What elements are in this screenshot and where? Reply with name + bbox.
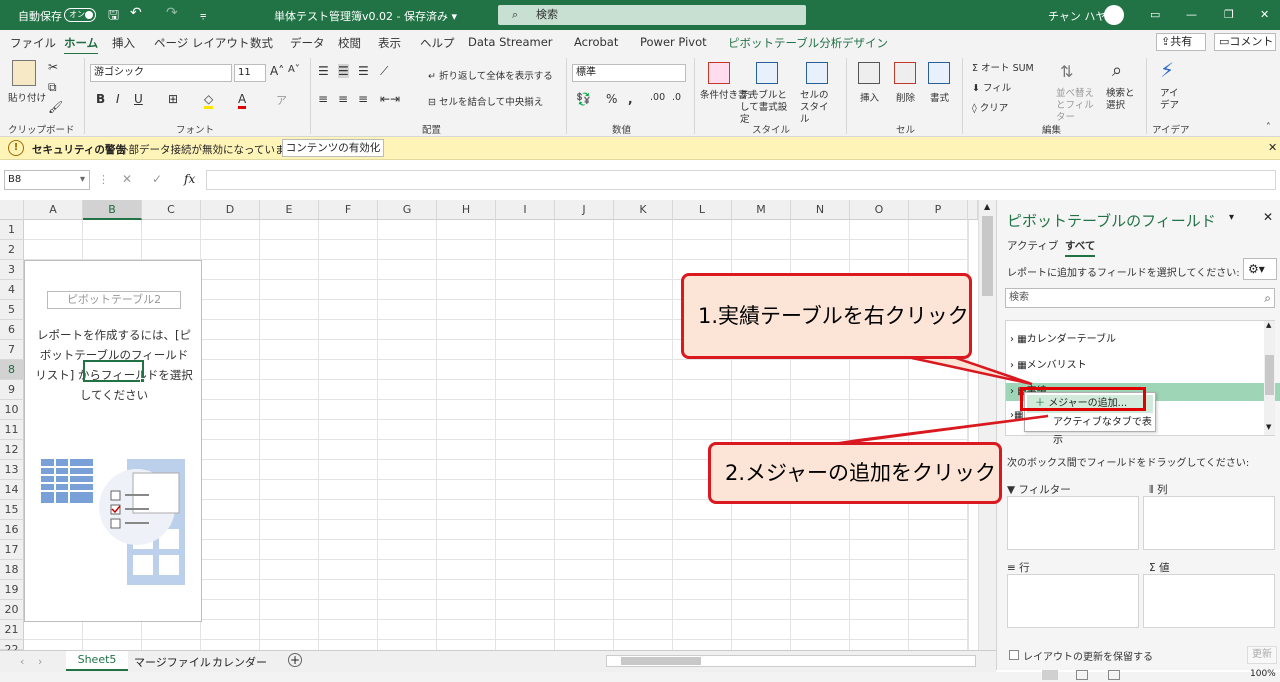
sheet-tab[interactable]: カレンダー [212,654,267,670]
callout-step-2: 2.メジャーの追加をクリック [708,442,1002,504]
sheet-tabs-bar: ‹ › Sheet5 マージファイル カレンダー + [0,650,996,672]
horizontal-scrollbar[interactable] [606,655,976,667]
page-break-icon[interactable] [1108,670,1120,680]
add-sheet-icon[interactable]: + [288,653,302,667]
zoom-level[interactable]: 100% [1250,669,1276,679]
status-bar: 100% [0,669,1280,682]
page-layout-icon[interactable] [1076,670,1088,680]
callout-step-1: 1.実績テーブルを右クリック [681,273,972,359]
next-sheet-icon[interactable]: › [38,655,42,668]
sheet-tab[interactable]: マージファイル [134,654,211,670]
callout-arrows [819,354,1049,448]
normal-view-icon[interactable] [1042,670,1058,680]
prev-sheet-icon[interactable]: ‹ [20,655,24,668]
scroll-thumb[interactable] [621,657,701,665]
sheet-tab-active[interactable]: Sheet5 [66,651,128,671]
